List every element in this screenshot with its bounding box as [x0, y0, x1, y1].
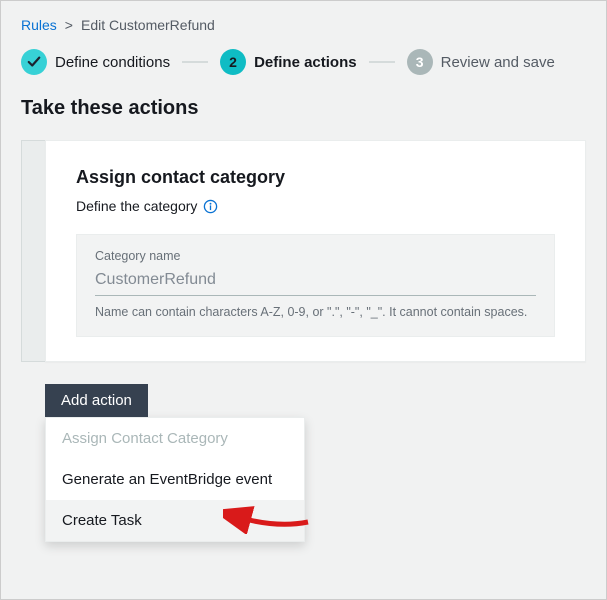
step-connector: [369, 61, 395, 63]
category-field-panel: Category name Name can contain character…: [76, 234, 555, 337]
breadcrumb-root[interactable]: Rules: [21, 17, 57, 33]
field-hint: Name can contain characters A-Z, 0-9, or…: [95, 304, 536, 322]
card-subtitle: Define the category: [76, 198, 555, 214]
step-label: Define conditions: [55, 54, 170, 71]
breadcrumb-current: Edit CustomerRefund: [81, 17, 215, 33]
card-handle: [21, 140, 45, 362]
step-define-conditions[interactable]: Define conditions: [21, 49, 170, 75]
dropdown-item-eventbridge[interactable]: Generate an EventBridge event: [46, 459, 304, 500]
add-action-dropdown: Add action Assign Contact Category Gener…: [45, 384, 305, 542]
check-icon: [21, 49, 47, 75]
step-review-save[interactable]: 3 Review and save: [407, 49, 555, 75]
step-number: 3: [407, 49, 433, 75]
add-action-button[interactable]: Add action: [45, 384, 148, 417]
breadcrumb-separator: >: [65, 17, 73, 33]
dropdown-item-assign-category: Assign Contact Category: [46, 418, 304, 459]
step-label: Review and save: [441, 54, 555, 71]
dropdown-menu: Assign Contact Category Generate an Even…: [45, 417, 305, 542]
card-title: Assign contact category: [76, 167, 555, 188]
step-define-actions[interactable]: 2 Define actions: [220, 49, 357, 75]
step-connector: [182, 61, 208, 63]
step-label: Define actions: [254, 54, 357, 71]
card-sub-text: Define the category: [76, 198, 197, 214]
action-card: Assign contact category Define the categ…: [45, 140, 586, 362]
dropdown-item-create-task[interactable]: Create Task: [46, 500, 304, 541]
info-icon[interactable]: [203, 199, 218, 214]
step-number: 2: [220, 49, 246, 75]
page-title: Take these actions: [21, 97, 586, 120]
breadcrumb: Rules > Edit CustomerRefund: [21, 17, 586, 33]
wizard-steps: Define conditions 2 Define actions 3 Rev…: [21, 49, 586, 75]
field-label: Category name: [95, 249, 536, 263]
category-name-input[interactable]: [95, 267, 536, 296]
